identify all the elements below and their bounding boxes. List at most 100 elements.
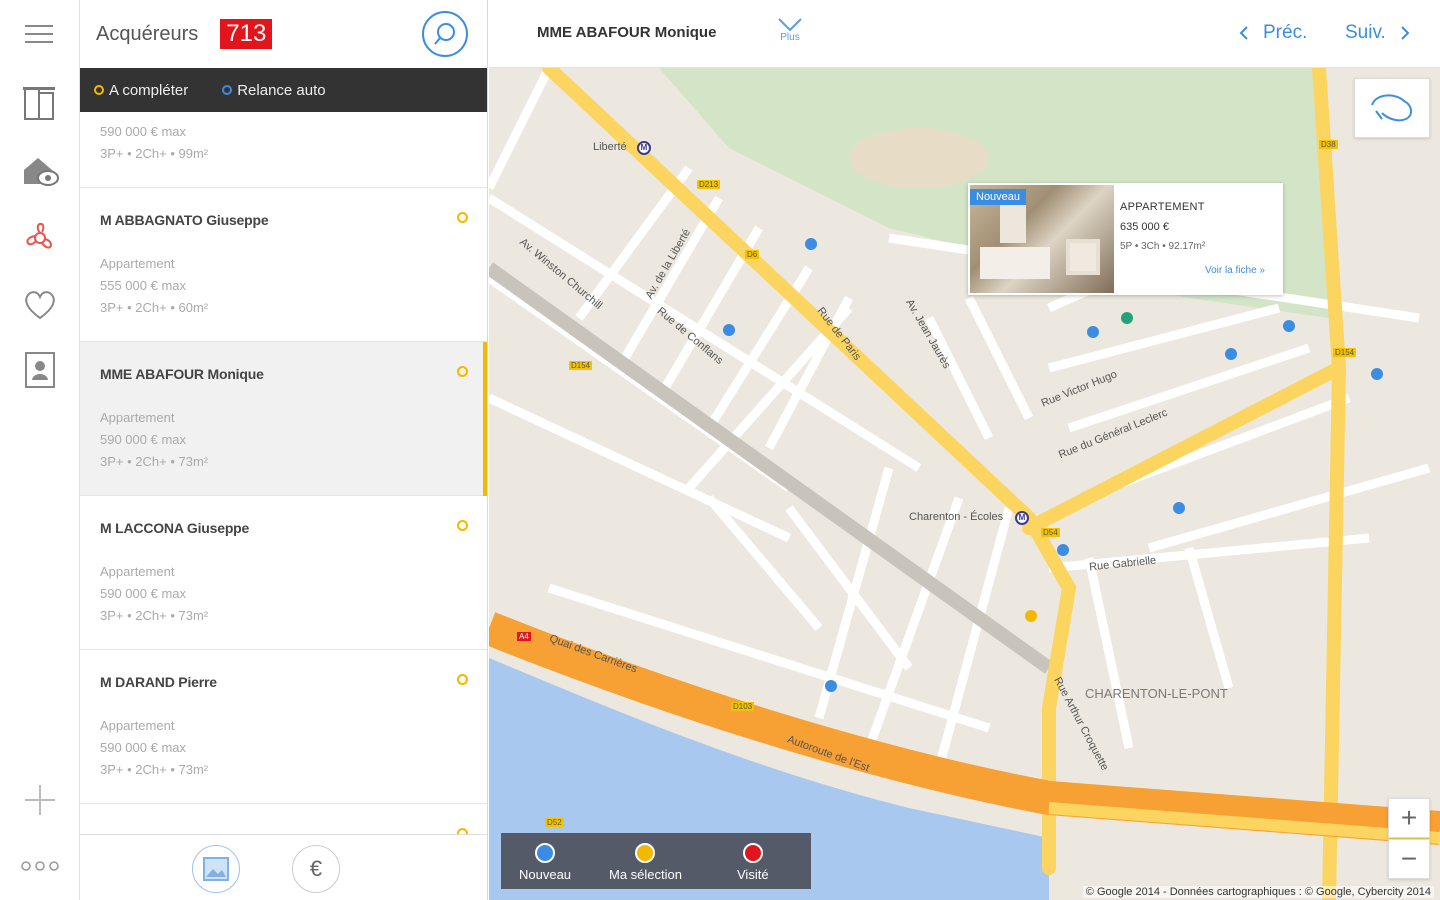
status-dot-icon (222, 85, 233, 95)
legend-ma-selection[interactable]: Ma sélection (609, 843, 682, 882)
map-pin-new[interactable] (1371, 368, 1383, 380)
property-price: 635 000 € (1120, 221, 1169, 233)
legend-label: Nouveau (519, 867, 572, 882)
count-badge: 713 (220, 19, 273, 49)
map-pin-new[interactable] (723, 324, 735, 336)
legend-dot-icon (742, 843, 763, 863)
road-shield: D103 (731, 702, 755, 711)
map-pin-new[interactable] (825, 680, 837, 692)
item-specs: 3P+ • 2Ch+ • 99m² (100, 146, 209, 161)
road-shield: D52 (545, 818, 564, 827)
view-listing-link[interactable]: Voir la fiche » (1205, 265, 1265, 276)
road-shield: A4 (517, 632, 531, 641)
detail-header: MME ABAFOUR Monique Plus Préc. Suiv. (489, 0, 1440, 68)
legend-dot-icon (635, 843, 656, 863)
chevron-right-icon (1401, 26, 1410, 40)
road-shield: D213 (697, 180, 721, 189)
map-base (489, 68, 1440, 900)
item-type: Appartement (100, 410, 175, 425)
map-legend: Nouveau Ma sélection Visité (501, 833, 811, 889)
menu-icon[interactable] (14, 8, 66, 60)
road-shield: D6 (745, 250, 760, 259)
filter-relance-auto[interactable]: Relance auto (222, 81, 326, 99)
search-icon (434, 23, 455, 45)
buyers-list: 590 000 € max 3P+ • 2Ch+ • 99m² M ABBAGN… (80, 112, 487, 834)
filter-bar: A compléter Relance auto (80, 68, 487, 112)
metro-icon: M (637, 141, 651, 155)
item-type: Appartement (100, 256, 175, 271)
map-pin-new[interactable] (805, 238, 817, 250)
house-eye-icon[interactable] (14, 144, 66, 196)
list-item[interactable] (80, 804, 487, 834)
item-specs: 3P+ • 2Ch+ • 73m² (100, 454, 209, 469)
euro-icon: € (309, 856, 323, 881)
item-name: M DARAND Pierre (100, 674, 217, 690)
road-shield: D154 (569, 361, 593, 370)
status-dot-icon (457, 212, 468, 223)
plus-button[interactable]: Plus (775, 16, 805, 50)
list-item[interactable]: 590 000 € max 3P+ • 2Ch+ • 99m² (80, 112, 487, 188)
list-item[interactable]: M ABBAGNATO Giuseppe Appartement 555 000… (80, 188, 487, 342)
plus-label: Plus (780, 32, 800, 43)
property-specs: 5P • 3Ch • 92.17m² (1120, 241, 1206, 252)
plus-icon[interactable] (14, 774, 66, 826)
app-window: Acquéreurs 713 A compléter Relance auto … (0, 0, 1440, 900)
map-pin-selected[interactable] (1121, 312, 1133, 324)
property-photo: Nouveau (970, 185, 1114, 293)
item-name: M LACCONA Giuseppe (100, 520, 250, 536)
legend-nouveau[interactable]: Nouveau (519, 843, 571, 882)
item-type: Appartement (100, 564, 175, 579)
map-pin-new[interactable] (1087, 326, 1099, 338)
map-label: CHARENTON-LE-PONT (1085, 686, 1228, 701)
zoom-out-button[interactable]: − (1388, 839, 1430, 879)
next-button[interactable]: Suiv. (1345, 22, 1410, 44)
map-view[interactable]: Liberté M Charenton - Écoles M CHARENTON… (489, 68, 1440, 900)
property-popup[interactable]: Nouveau APPARTEMENT 635 000 € 5P • 3Ch •… (968, 183, 1283, 295)
filter-label: Relance auto (237, 81, 326, 99)
item-budget: 590 000 € max (100, 432, 187, 447)
item-budget: 590 000 € max (100, 740, 187, 755)
buildings-icon[interactable] (14, 76, 66, 128)
legend-label: Visité (737, 867, 769, 882)
heart-icon[interactable] (14, 278, 66, 330)
status-dot-icon (94, 85, 104, 95)
contact-card-icon[interactable] (14, 344, 66, 396)
more-icon[interactable] (14, 840, 66, 892)
next-label: Suiv. (1345, 22, 1386, 43)
list-item-selected[interactable]: MME ABAFOUR Monique Appartement 590 000 … (80, 342, 487, 496)
draw-zone-icon (1371, 94, 1412, 122)
legend-visite[interactable]: Visité (737, 843, 769, 882)
item-name: MME ABAFOUR Monique (100, 366, 264, 382)
buyers-list-panel: Acquéreurs 713 A compléter Relance auto … (80, 0, 488, 900)
item-type: Appartement (100, 718, 175, 733)
detail-title: MME ABAFOUR Monique (537, 24, 717, 41)
item-budget: 590 000 € max (100, 124, 187, 139)
search-button[interactable] (422, 11, 468, 57)
filter-a-completer[interactable]: A compléter (94, 82, 188, 99)
map-pin-new[interactable] (1057, 544, 1069, 556)
road-shield: D54 (1041, 528, 1060, 537)
filter-label: A compléter (109, 81, 189, 99)
draw-area-button[interactable] (1354, 78, 1430, 138)
zoom-in-button[interactable]: + (1388, 798, 1430, 838)
photo-view-button[interactable] (192, 845, 240, 893)
previous-label: Préc. (1263, 22, 1308, 43)
status-dot-icon (457, 366, 468, 377)
map-label: Liberté (593, 141, 627, 153)
map-pin-new[interactable] (1283, 320, 1295, 332)
fan-icon[interactable] (14, 212, 66, 264)
status-dot-icon (457, 674, 468, 685)
item-name: M ABBAGNATO Giuseppe (100, 212, 269, 228)
map-pin-my-selection[interactable] (1025, 610, 1037, 622)
euro-button[interactable]: € (292, 845, 340, 893)
list-item[interactable]: M DARAND Pierre Appartement 590 000 € ma… (80, 650, 487, 804)
map-label: Charenton - Écoles (909, 511, 1004, 523)
list-item[interactable]: M LACCONA Giuseppe Appartement 590 000 €… (80, 496, 487, 650)
map-pin-new[interactable] (1173, 502, 1185, 514)
status-dot-icon (457, 520, 468, 531)
map-pin-new[interactable] (1225, 348, 1237, 360)
chevron-left-icon (1239, 26, 1248, 40)
list-title: Acquéreurs (96, 22, 199, 45)
metro-icon: M (1015, 511, 1029, 525)
previous-button[interactable]: Préc. (1239, 22, 1307, 44)
